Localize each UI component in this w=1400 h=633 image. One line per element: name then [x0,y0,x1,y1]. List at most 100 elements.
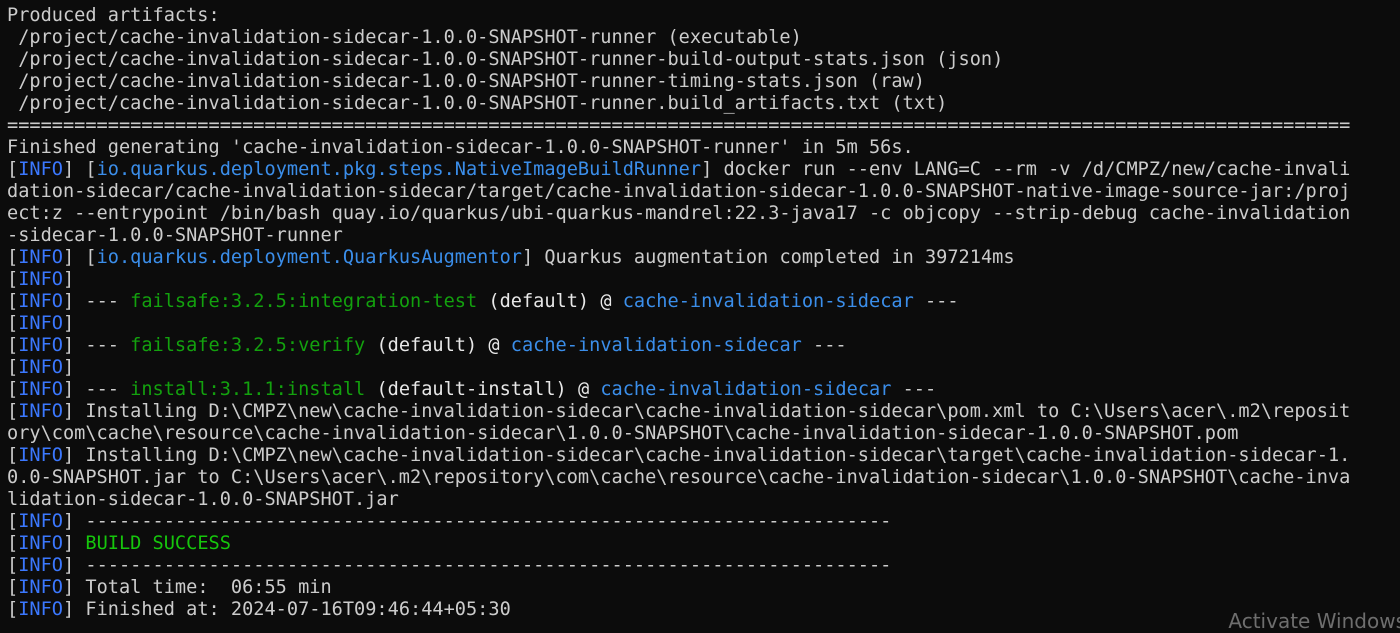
output-text: [ [7,291,19,312]
terminal-line: Produced artifacts: [7,5,1393,27]
output-text: ] [62,313,75,334]
terminal-line: /project/cache-invalidation-sidecar-1.0.… [7,93,1393,115]
output-text: ] [62,533,86,554]
log-level-info: INFO [18,445,63,466]
execution-id: (default) @ [477,291,623,312]
terminal-line: [INFO] ---------------------------------… [7,555,1393,577]
execution-id: (default-install) @ [365,379,601,400]
module-name: io.quarkus.deployment.pkg.steps.NativeIm… [96,159,702,180]
output-text: [ [7,313,19,334]
module-name: cache-invalidation-sidecar [600,379,892,400]
log-level-info: INFO [18,511,63,532]
output-text: ory\com\cache\resource\cache-invalidatio… [7,423,1239,444]
terminal-line: [INFO] Installing D:\CMPZ\new\cache-inva… [7,401,1393,423]
output-text: [ [7,445,19,466]
terminal-line: /project/cache-invalidation-sidecar-1.0.… [7,71,1393,93]
output-text: [ [7,159,19,180]
log-level-info: INFO [18,313,63,334]
output-text: ========================================… [7,115,1351,136]
plugin-goal: failsafe:3.2.5:verify [130,335,366,356]
terminal-line: Finished generating 'cache-invalidation-… [7,137,1393,159]
output-text: [ [7,379,19,400]
output-text: [ [7,599,19,620]
output-text: Produced artifacts: [7,5,220,26]
terminal-line: ect:z --entrypoint /bin/bash quay.io/qua… [7,203,1393,225]
log-level-info: INFO [18,533,63,554]
output-text: [ [7,269,19,290]
output-text: ] docker run --env LANG=C --rm -v /d/CMP… [701,159,1351,180]
terminal-line: [INFO] --- failsafe:3.2.5:verify (defaul… [7,335,1393,357]
output-text: ] [ [62,159,97,180]
output-text: ect:z --entrypoint /bin/bash quay.io/qua… [7,203,1351,224]
output-text: lidation-sidecar-1.0.0-SNAPSHOT.jar [7,489,399,510]
output-text: [ [7,335,19,356]
output-text: ] Installing D:\CMPZ\new\cache-invalidat… [62,445,1351,466]
terminal-line: [INFO] BUILD SUCCESS [7,533,1393,555]
log-level-info: INFO [18,401,63,422]
plugin-goal: failsafe:3.2.5:integration-test [130,291,478,312]
output-text: Finished generating 'cache-invalidation-… [7,137,914,158]
terminal-line: [INFO] [io.quarkus.deployment.pkg.steps.… [7,159,1393,181]
terminal-line: /project/cache-invalidation-sidecar-1.0.… [7,27,1393,49]
terminal-line: lidation-sidecar-1.0.0-SNAPSHOT.jar [7,489,1393,511]
output-text: --- [891,379,937,400]
output-text: ] --------------------------------------… [62,511,892,532]
module-name: io.quarkus.deployment.QuarkusAugmentor [96,247,522,268]
terminal-line: ========================================… [7,115,1393,137]
output-text: ] Total time: 06:55 min [62,577,332,598]
output-text: [ [7,401,19,422]
output-text: [ [7,555,19,576]
log-level-info: INFO [18,555,63,576]
build-success-status: BUILD SUCCESS [85,533,231,554]
terminal-line: [INFO] [io.quarkus.deployment.QuarkusAug… [7,247,1393,269]
log-level-info: INFO [18,335,63,356]
output-text: /project/cache-invalidation-sidecar-1.0.… [7,93,948,114]
output-text: ] [62,357,75,378]
output-text: ] [ [62,247,97,268]
terminal-line: [INFO] [7,357,1393,379]
log-level-info: INFO [18,247,63,268]
output-text: --- [913,291,959,312]
plugin-goal: install:3.1.1:install [130,379,366,400]
log-level-info: INFO [18,159,63,180]
log-level-info: INFO [18,357,63,378]
output-text: ] --- [62,379,131,400]
output-text: [ [7,247,19,268]
output-text: ] Installing D:\CMPZ\new\cache-invalidat… [62,401,1351,422]
terminal-line: /project/cache-invalidation-sidecar-1.0.… [7,49,1393,71]
module-name: cache-invalidation-sidecar [622,291,914,312]
terminal-line: [INFO] --- install:3.1.1:install (defaul… [7,379,1393,401]
terminal-line: 0.0-SNAPSHOT.jar to C:\Users\acer\.m2\re… [7,467,1393,489]
terminal-line: -sidecar-1.0.0-SNAPSHOT-runner [7,225,1393,247]
terminal-line: [INFO] [7,313,1393,335]
log-level-info: INFO [18,291,63,312]
output-text: 0.0-SNAPSHOT.jar to C:\Users\acer\.m2\re… [7,467,1351,488]
terminal-line: dation-sidecar/cache-invalidation-sideca… [7,181,1393,203]
terminal-line: [INFO] --- failsafe:3.2.5:integration-te… [7,291,1393,313]
output-text: ] --------------------------------------… [62,555,892,576]
output-text: -sidecar-1.0.0-SNAPSHOT-runner [7,225,343,246]
output-text: /project/cache-invalidation-sidecar-1.0.… [7,71,925,92]
terminal-line: [INFO] [7,269,1393,291]
output-text: ] --- [62,291,131,312]
output-text: /project/cache-invalidation-sidecar-1.0.… [7,49,1004,70]
output-text: ] [62,269,75,290]
output-text: --- [801,335,847,356]
output-text: dation-sidecar/cache-invalidation-sideca… [7,181,1351,202]
activate-windows-watermark: Activate Windows [1228,609,1400,633]
output-text: ] Quarkus augmentation completed in 3972… [521,247,1015,268]
output-text: [ [7,577,19,598]
log-level-info: INFO [18,577,63,598]
terminal-line: [INFO] ---------------------------------… [7,511,1393,533]
output-text: /project/cache-invalidation-sidecar-1.0.… [7,27,802,48]
module-name: cache-invalidation-sidecar [510,335,802,356]
terminal-line: [INFO] Installing D:\CMPZ\new\cache-inva… [7,445,1393,467]
output-text: [ [7,533,19,554]
log-level-info: INFO [18,379,63,400]
log-level-info: INFO [18,599,63,620]
terminal-line: [INFO] Total time: 06:55 min [7,577,1393,599]
output-text: [ [7,511,19,532]
output-text: [ [7,357,19,378]
terminal-output[interactable]: Produced artifacts: /project/cache-inval… [7,5,1393,621]
terminal-line: ory\com\cache\resource\cache-invalidatio… [7,423,1393,445]
